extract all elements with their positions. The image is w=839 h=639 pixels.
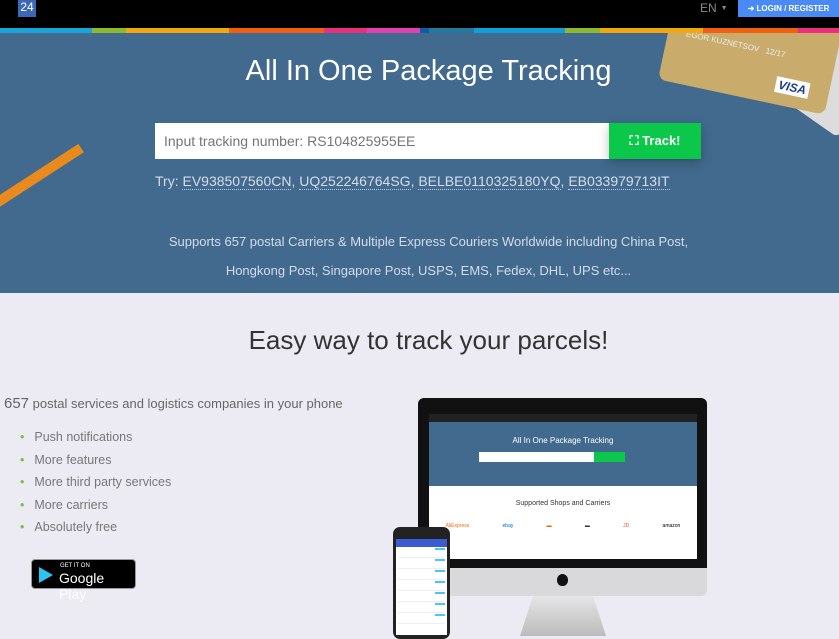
- binoculars-icon: ⛶: [629, 133, 639, 148]
- try-examples: Try: EV938507560CN, UQ252246764SG, BELBE…: [155, 173, 670, 190]
- login-register-button[interactable]: ➜ LOGIN / REGISTER: [738, 0, 839, 17]
- card-name: EGOR KUZNETSOV: [685, 33, 761, 54]
- language-label: EN: [700, 1, 717, 15]
- google-play-button[interactable]: GET IT ON Google Play: [31, 559, 136, 602]
- gplay-big-text: Google Play: [59, 570, 105, 602]
- feature-list: • Push notifications • More features • More…: [20, 430, 171, 543]
- count-text: postal services and logistics companies …: [32, 396, 343, 411]
- section-heading: Easy way to track your parcels!: [248, 325, 609, 355]
- track-button[interactable]: ⛶ Track!: [609, 123, 701, 159]
- google-play-icon: [39, 567, 53, 583]
- example-link[interactable]: EV938507560CN: [182, 173, 292, 190]
- phone-mockup: [393, 527, 450, 639]
- monitor-mockup: All In One Package Tracking Supported Sh…: [418, 398, 707, 596]
- try-label: Try:: [155, 173, 179, 189]
- support-text-1: Supports 657 postal Carriers & Multiple …: [168, 234, 689, 249]
- example-link[interactable]: UQ252246764SG: [299, 173, 411, 190]
- carrier-count: 657 postal services and logistics compan…: [4, 395, 343, 412]
- list-item: • More carriers: [20, 497, 109, 512]
- list-item: • More features: [20, 452, 112, 467]
- gplay-small-text: GET IT ON: [60, 563, 90, 569]
- list-item: • Push notifications: [20, 430, 133, 444]
- mockup-shops-heading: Supported Shops and Carriers: [515, 500, 611, 507]
- caret-down-icon: ▼: [720, 5, 728, 13]
- example-link[interactable]: BELBE0110325180YQ: [418, 173, 561, 190]
- site-logo[interactable]: 24: [18, 0, 36, 17]
- top-navbar: 24 EN ▼ ➜ LOGIN / REGISTER: [0, 0, 839, 28]
- language-selector[interactable]: EN ▼: [700, 1, 728, 15]
- example-link[interactable]: EB033979713IT: [568, 173, 670, 190]
- hero-section: EGOR KUZNETSOV 12/17 VISA All In One Pack…: [0, 33, 839, 293]
- mockup-title: All In One Package Tracking: [512, 436, 614, 445]
- list-item: • Absolutely free: [20, 520, 118, 534]
- count-number: 657: [4, 395, 30, 412]
- login-label: LOGIN / REGISTER: [756, 4, 830, 13]
- page-title: All In One Package Tracking: [245, 55, 612, 87]
- monitor-stand: [520, 596, 606, 636]
- tracking-number-input[interactable]: [155, 123, 609, 159]
- track-label: Track!: [642, 133, 681, 148]
- pencil-image: [0, 143, 84, 213]
- list-item: • More third party services: [20, 475, 172, 489]
- apple-logo: [557, 574, 568, 586]
- support-text-2: Hongkong Post, Singapore Post, USPS, EMS…: [225, 263, 632, 278]
